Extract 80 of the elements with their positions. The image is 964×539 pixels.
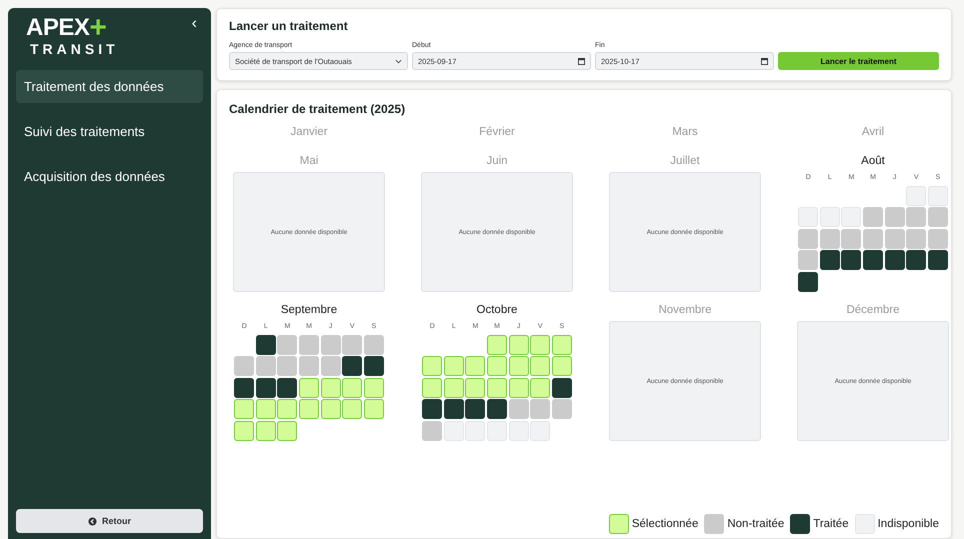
day-cell[interactable] xyxy=(863,250,883,270)
nav-item[interactable]: Acquisition des données xyxy=(16,160,203,193)
calendar-icon xyxy=(761,58,768,64)
launch-button[interactable]: Lancer le traitement xyxy=(778,52,939,70)
month-name: Novembre xyxy=(658,304,712,316)
back-icon xyxy=(88,516,97,526)
card-title: Calendrier de traitement (2025) xyxy=(229,102,406,116)
calendar-icon xyxy=(578,58,585,64)
month-name: Janvier xyxy=(290,126,328,138)
legend-label: Sélectionnée xyxy=(632,518,698,530)
day-cell[interactable] xyxy=(364,399,384,420)
day-cell[interactable] xyxy=(487,399,507,420)
day-cell[interactable] xyxy=(422,378,442,398)
day-cell[interactable] xyxy=(320,378,341,398)
day-cell[interactable] xyxy=(256,334,276,355)
day-cell[interactable] xyxy=(530,378,550,398)
day-cell[interactable] xyxy=(487,334,507,355)
collapse-button[interactable]: ‹ xyxy=(188,16,201,32)
day-cell[interactable] xyxy=(299,399,319,420)
back-button[interactable]: Retour xyxy=(16,509,203,533)
day-cell[interactable] xyxy=(552,334,572,355)
chevron-icon xyxy=(395,58,402,64)
day-cell[interactable] xyxy=(444,356,464,376)
day-cell[interactable] xyxy=(256,399,276,420)
day-cell[interactable] xyxy=(530,356,550,376)
day-cell[interactable] xyxy=(508,356,529,376)
day-cell[interactable] xyxy=(342,378,362,398)
day-cell[interactable] xyxy=(277,399,298,420)
day-cell[interactable] xyxy=(234,378,254,398)
day-cell[interactable] xyxy=(530,334,550,355)
day-cell[interactable] xyxy=(820,250,840,270)
day-cell[interactable] xyxy=(928,250,948,270)
month-name: Mars xyxy=(672,126,698,138)
nav-item[interactable]: Traitement des données xyxy=(16,70,203,103)
day-cell[interactable] xyxy=(487,378,507,398)
month-name: Février xyxy=(479,126,515,138)
day-cell[interactable] xyxy=(234,399,254,420)
day-cell[interactable] xyxy=(277,378,298,398)
month-name: Juin xyxy=(486,155,508,167)
day-cell[interactable] xyxy=(256,378,276,398)
day-cell[interactable] xyxy=(342,399,362,420)
day-cell[interactable] xyxy=(256,420,276,441)
legend-label: Non-traitée xyxy=(727,518,784,530)
day-cell[interactable] xyxy=(508,334,529,355)
month-name: Septembre xyxy=(280,304,338,316)
legend-label: Traitée xyxy=(813,518,849,530)
day-cell[interactable] xyxy=(884,250,905,270)
month-name: Décembre xyxy=(846,304,900,316)
day-cell[interactable] xyxy=(364,378,384,398)
month-name: Juillet xyxy=(670,155,700,167)
day-cell[interactable] xyxy=(444,399,464,420)
day-cell[interactable] xyxy=(364,356,384,376)
day-cell[interactable] xyxy=(299,378,319,398)
day-cell[interactable] xyxy=(552,378,572,398)
month-name: Avril xyxy=(862,126,884,138)
day-cell[interactable] xyxy=(798,272,818,292)
day-cell[interactable] xyxy=(552,356,572,376)
day-cell[interactable] xyxy=(444,378,464,398)
month-name: Mai xyxy=(300,155,318,167)
day-cell[interactable] xyxy=(422,356,442,376)
legend-label: Indisponible xyxy=(878,518,939,530)
day-cell[interactable] xyxy=(465,378,486,398)
day-cell[interactable] xyxy=(906,250,926,270)
month-name: Octobre xyxy=(476,304,518,316)
logo-subtitle: TRANSIT xyxy=(29,40,119,58)
day-cell[interactable] xyxy=(465,399,486,420)
day-cell[interactable] xyxy=(508,378,529,398)
day-cell[interactable] xyxy=(465,356,486,376)
month-name: Août xyxy=(861,155,885,167)
day-cell[interactable] xyxy=(422,399,442,420)
day-cell[interactable] xyxy=(342,356,362,376)
nav-item[interactable]: Suivi des traitements xyxy=(16,115,203,148)
card-title: Lancer un traitement xyxy=(229,19,349,33)
day-cell[interactable] xyxy=(320,399,341,420)
day-cell[interactable] xyxy=(841,250,862,270)
logo-plus: + xyxy=(89,16,107,40)
day-cell[interactable] xyxy=(277,420,298,441)
day-cell[interactable] xyxy=(487,356,507,376)
day-cell[interactable] xyxy=(234,420,254,441)
logo-text: APEX xyxy=(26,16,90,40)
